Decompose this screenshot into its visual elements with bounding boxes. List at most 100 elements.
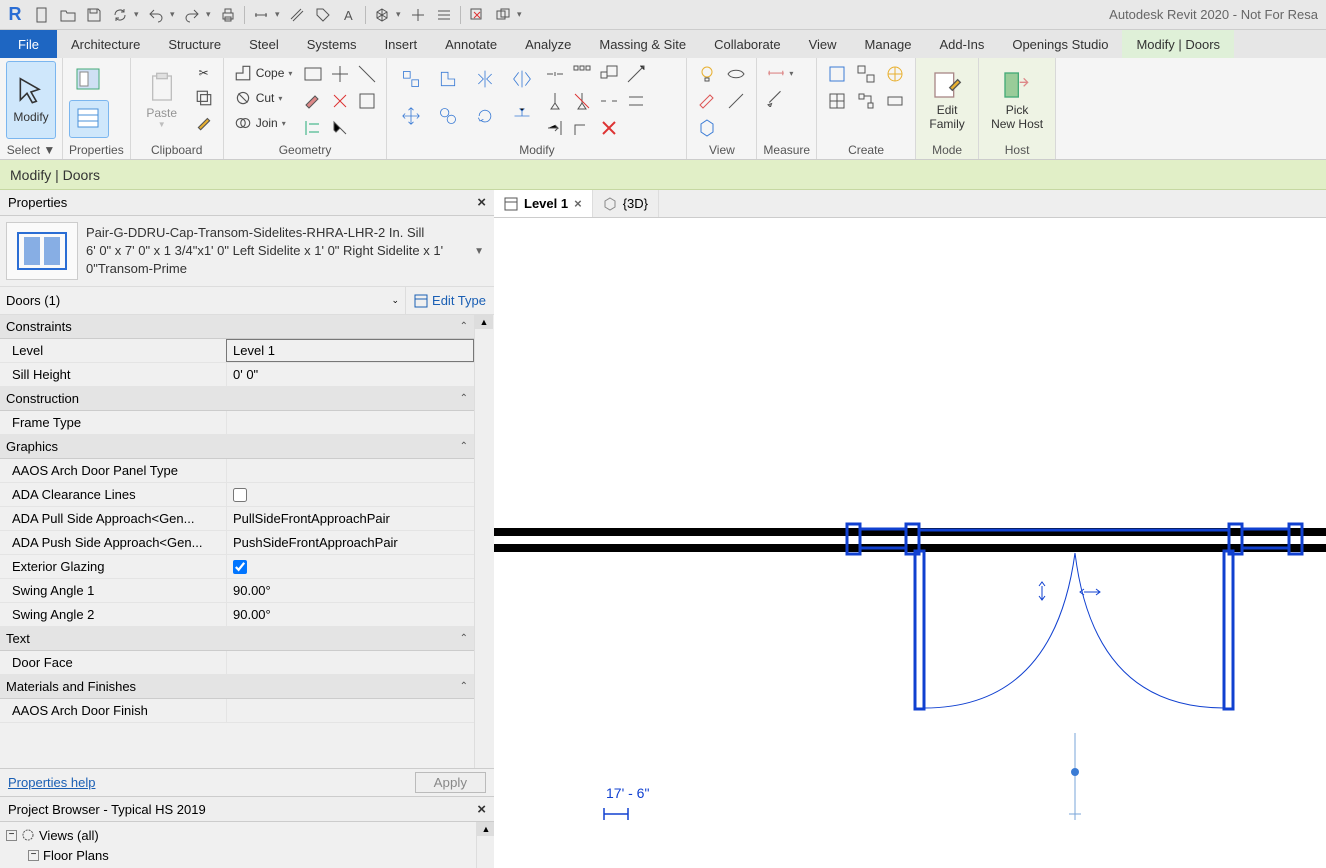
prop-value[interactable] bbox=[226, 651, 474, 674]
create-misc-icon[interactable] bbox=[881, 88, 909, 114]
prop-row[interactable]: ADA Clearance Lines bbox=[0, 483, 474, 507]
trim-icon[interactable] bbox=[504, 98, 540, 134]
prop-group-header[interactable]: Construction⌃ bbox=[0, 387, 474, 411]
sync-dropdown-icon[interactable]: ▾ bbox=[134, 9, 142, 20]
project-browser-tree[interactable]: − Views (all) − Floor Plans bbox=[0, 822, 476, 868]
pb-scrollbar[interactable]: ▲ bbox=[476, 822, 494, 868]
close-tab-icon[interactable]: × bbox=[574, 196, 582, 211]
create-similar-icon[interactable] bbox=[823, 61, 851, 87]
prop-row[interactable]: ADA Push Side Approach<Gen...PushSideFro… bbox=[0, 531, 474, 555]
create-group-icon[interactable] bbox=[852, 61, 880, 87]
wall-opening-icon[interactable] bbox=[300, 61, 326, 87]
prop-group-header[interactable]: Text⌃ bbox=[0, 627, 474, 651]
tab-systems[interactable]: Systems bbox=[293, 30, 371, 58]
type-selector-dropdown-icon[interactable]: ▼ bbox=[470, 246, 488, 257]
tree-expand-icon[interactable]: − bbox=[28, 850, 39, 861]
tab-analyze[interactable]: Analyze bbox=[511, 30, 585, 58]
panel-select-label[interactable]: Select ▼ bbox=[6, 141, 56, 159]
properties-button[interactable] bbox=[69, 100, 109, 138]
join-button[interactable]: Join▾ bbox=[230, 111, 297, 135]
tab-annotate[interactable]: Annotate bbox=[431, 30, 511, 58]
copy-icon[interactable] bbox=[430, 98, 466, 134]
open-icon[interactable] bbox=[56, 3, 80, 27]
properties-list[interactable]: Constraints⌃LevelLevel 1Sill Height0' 0"… bbox=[0, 315, 474, 768]
dimension-button[interactable] bbox=[763, 86, 797, 110]
prop-value[interactable] bbox=[226, 699, 474, 722]
undo-icon[interactable] bbox=[144, 3, 168, 27]
offset-icon[interactable] bbox=[623, 88, 649, 114]
cut-to-clipboard-button[interactable]: ✂ bbox=[191, 61, 217, 85]
tab-file[interactable]: File bbox=[0, 30, 57, 58]
prop-row[interactable]: Swing Angle 190.00° bbox=[0, 579, 474, 603]
demolish-icon[interactable] bbox=[327, 88, 353, 114]
prop-row[interactable]: ADA Pull Side Approach<Gen...PullSideFro… bbox=[0, 507, 474, 531]
apply-button[interactable]: Apply bbox=[415, 772, 486, 793]
tab-openings-studio[interactable]: Openings Studio bbox=[998, 30, 1122, 58]
prop-row[interactable]: LevelLevel 1 bbox=[0, 339, 474, 363]
pick-new-host-button[interactable]: Pick New Host bbox=[985, 61, 1049, 139]
tree-expand-icon[interactable]: − bbox=[6, 830, 17, 841]
close-hidden-icon[interactable] bbox=[465, 3, 489, 27]
type-selector[interactable]: Pair-G-DDRU-Cap-Transom-Sidelites-RHRA-L… bbox=[0, 216, 494, 287]
print-icon[interactable] bbox=[216, 3, 240, 27]
tab-insert[interactable]: Insert bbox=[371, 30, 432, 58]
view-tab-level-1[interactable]: Level 1 × bbox=[494, 190, 593, 217]
tab-steel[interactable]: Steel bbox=[235, 30, 293, 58]
create-flow-icon[interactable] bbox=[852, 88, 880, 114]
rotate-icon[interactable] bbox=[467, 98, 503, 134]
prop-row[interactable]: Exterior Glazing bbox=[0, 555, 474, 579]
prop-row[interactable]: Swing Angle 290.00° bbox=[0, 603, 474, 627]
move-icon[interactable] bbox=[393, 98, 429, 134]
tab-structure[interactable]: Structure bbox=[154, 30, 235, 58]
create-parts-icon[interactable] bbox=[823, 88, 851, 114]
cope-button[interactable]: Cope▾ bbox=[230, 61, 297, 85]
override-icon[interactable] bbox=[693, 88, 721, 114]
delete-icon[interactable] bbox=[596, 115, 622, 141]
prop-group-header[interactable]: Materials and Finishes⌃ bbox=[0, 675, 474, 699]
prop-checkbox[interactable] bbox=[233, 488, 247, 502]
tab-add-ins[interactable]: Add-Ins bbox=[926, 30, 999, 58]
mirror-axis-icon[interactable] bbox=[467, 61, 503, 97]
save-icon[interactable] bbox=[82, 3, 106, 27]
tree-views-all[interactable]: − Views (all) bbox=[6, 825, 470, 845]
measure-dropdown-icon[interactable]: ▾ bbox=[275, 9, 283, 20]
offset-tool-icon[interactable] bbox=[430, 61, 466, 97]
scroll-up-icon[interactable]: ▲ bbox=[475, 315, 493, 329]
text-icon[interactable]: A bbox=[337, 3, 361, 27]
mirror-draw-icon[interactable] bbox=[504, 61, 540, 97]
redo-dropdown-icon[interactable]: ▾ bbox=[206, 9, 214, 20]
prop-value[interactable]: 90.00° bbox=[226, 579, 474, 602]
properties-close-icon[interactable]: × bbox=[477, 194, 486, 211]
prop-value[interactable]: PushSideFrontApproachPair bbox=[226, 531, 474, 554]
tree-floor-plans[interactable]: − Floor Plans bbox=[6, 845, 470, 865]
section-icon[interactable] bbox=[406, 3, 430, 27]
default-3d-icon[interactable] bbox=[370, 3, 394, 27]
measure-icon[interactable] bbox=[249, 3, 273, 27]
scroll-up-icon[interactable]: ▲ bbox=[477, 822, 495, 836]
drawing-canvas[interactable]: 17' - 6" bbox=[494, 218, 1326, 868]
tab-massing-site[interactable]: Massing & Site bbox=[585, 30, 700, 58]
trim-extend-icon[interactable] bbox=[623, 61, 649, 87]
3d-dropdown-icon[interactable]: ▾ bbox=[396, 9, 404, 20]
prop-value[interactable] bbox=[226, 483, 474, 506]
instance-filter-combo[interactable]: Doors (1)⌄ bbox=[0, 293, 405, 308]
view-tab-3d[interactable]: {3D} bbox=[593, 190, 659, 217]
hammer-icon[interactable] bbox=[327, 115, 353, 141]
properties-scrollbar[interactable]: ▲ bbox=[474, 315, 494, 768]
beam-join-icon[interactable] bbox=[327, 61, 353, 87]
split-face-icon[interactable] bbox=[354, 61, 380, 87]
measure-between-button[interactable]: ▾ bbox=[763, 61, 797, 85]
prop-row[interactable]: Door Face bbox=[0, 651, 474, 675]
prop-value[interactable]: PullSideFrontApproachPair bbox=[226, 507, 474, 530]
prop-group-header[interactable]: Constraints⌃ bbox=[0, 315, 474, 339]
prop-value[interactable] bbox=[226, 411, 474, 434]
edit-family-button[interactable]: Edit Family bbox=[922, 61, 972, 139]
page-icon[interactable] bbox=[30, 3, 54, 27]
prop-row[interactable]: AAOS Arch Door Panel Type bbox=[0, 459, 474, 483]
pin-icon[interactable] bbox=[542, 88, 568, 114]
thin-lines-icon[interactable] bbox=[432, 3, 456, 27]
split-icon[interactable] bbox=[542, 61, 568, 87]
prop-row[interactable]: AAOS Arch Door Finish bbox=[0, 699, 474, 723]
prop-row[interactable]: Sill Height0' 0" bbox=[0, 363, 474, 387]
undo-dropdown-icon[interactable]: ▾ bbox=[170, 9, 178, 20]
